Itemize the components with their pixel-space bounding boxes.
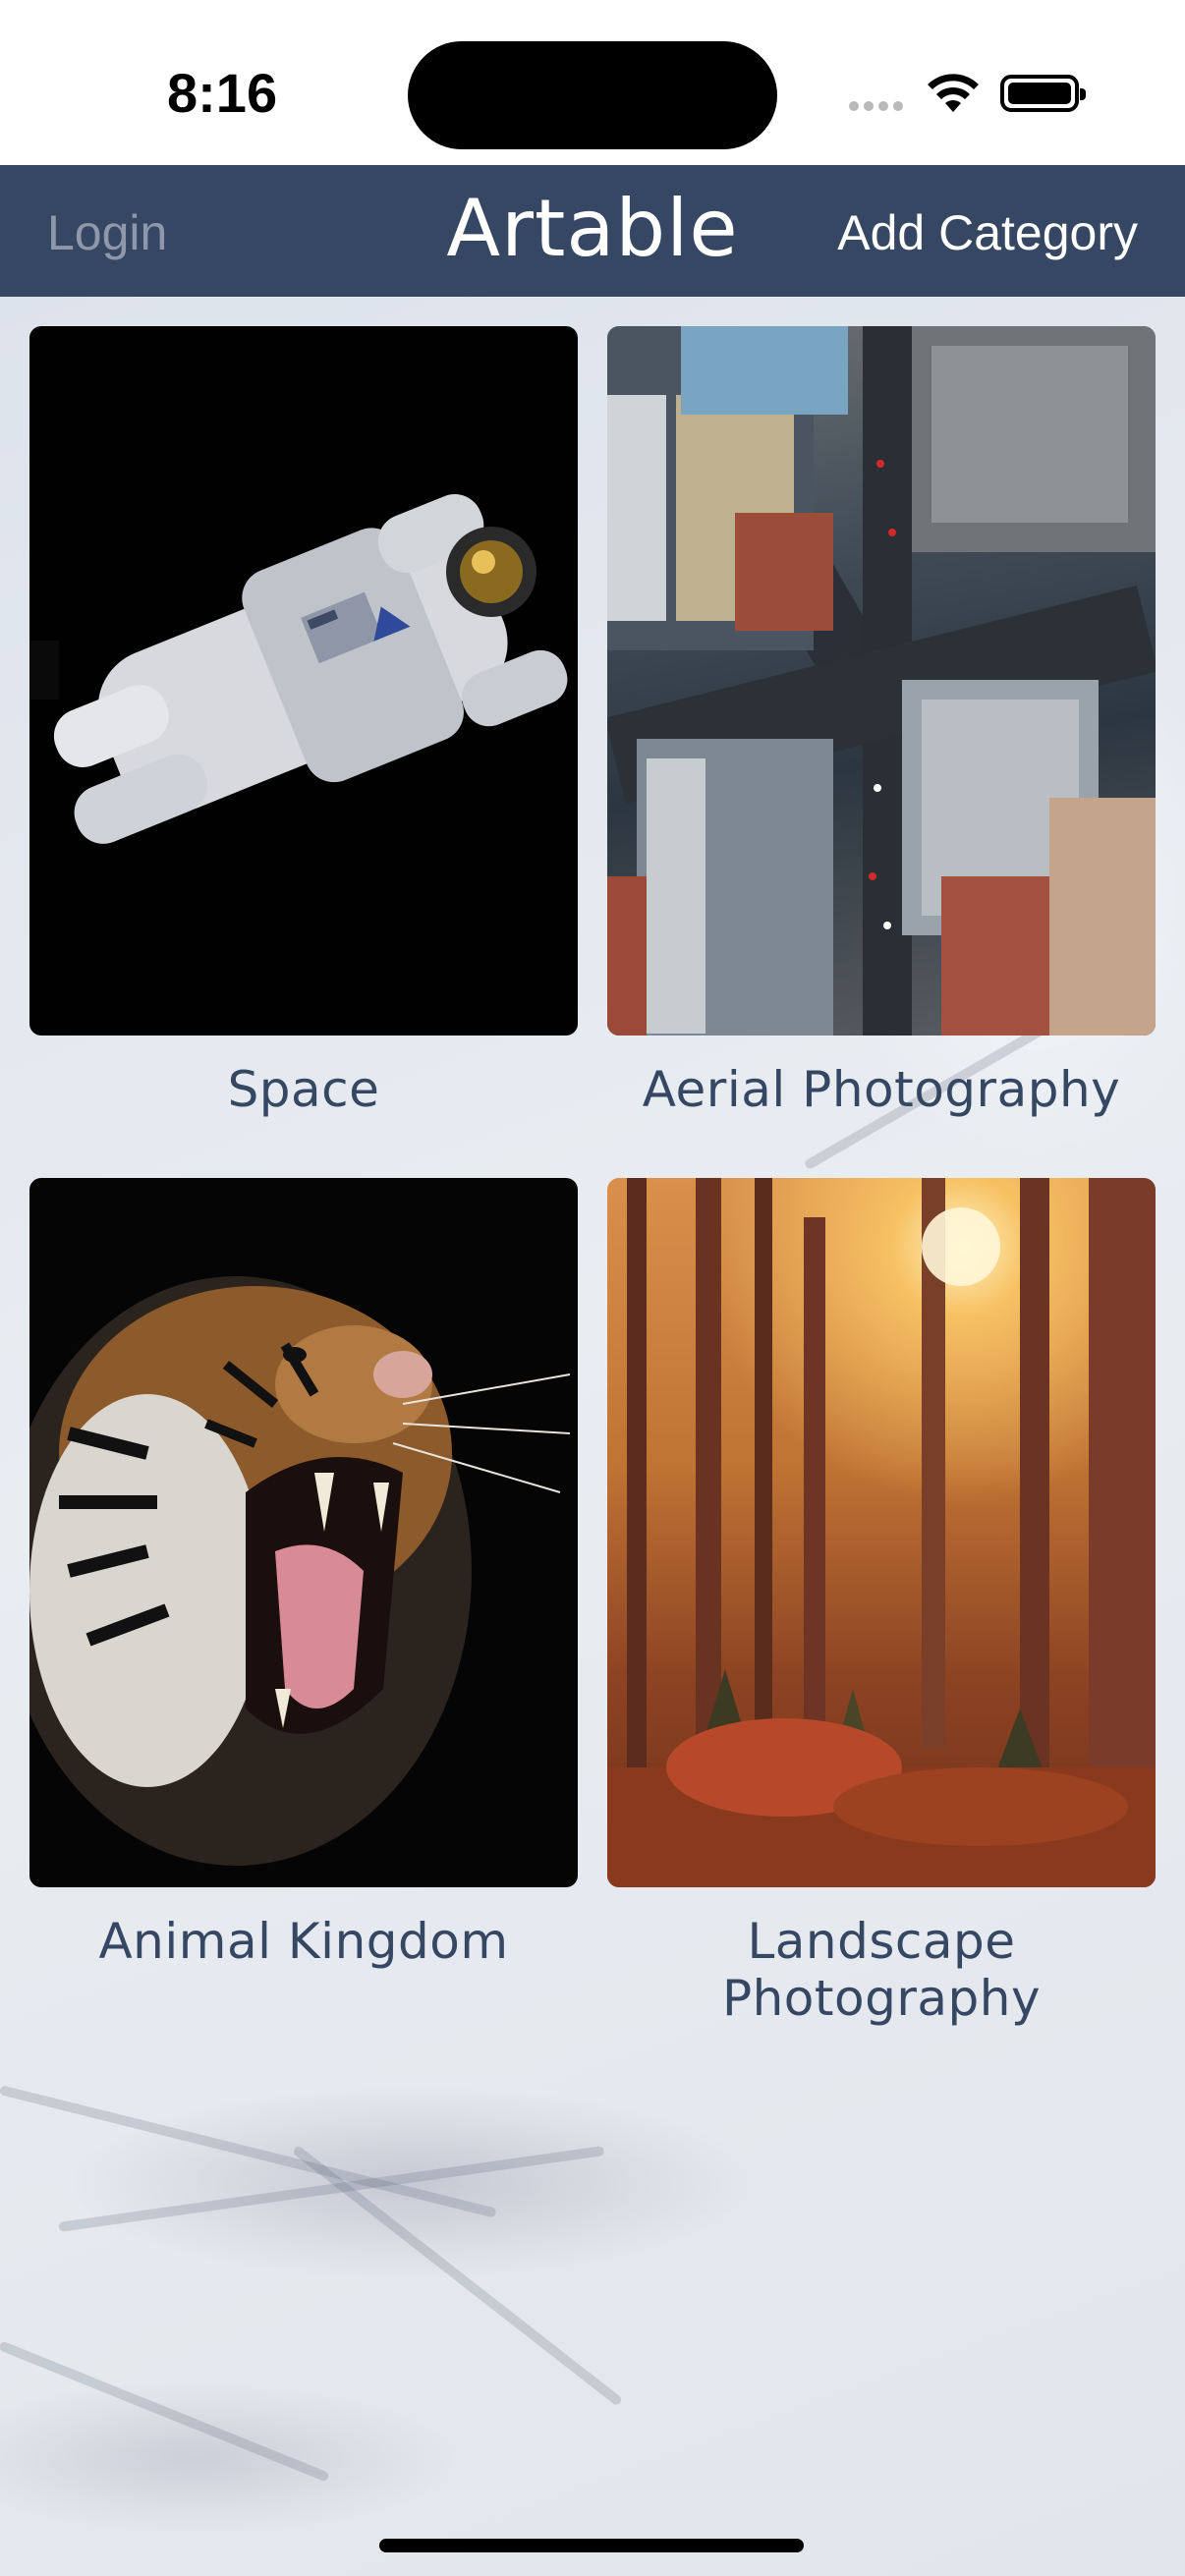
cellular-signal-icon (849, 98, 908, 116)
category-label: Space (227, 1061, 380, 1118)
category-label: Aerial Photography (642, 1061, 1121, 1118)
battery-icon (1000, 75, 1086, 112)
category-label: Animal Kingdom (98, 1913, 509, 1970)
background-brush-stroke (291, 2145, 624, 2407)
category-grid: Space Aerial Photography Animal Kingdom … (0, 297, 1185, 2576)
status-time: 8:16 (167, 62, 278, 124)
home-indicator[interactable] (379, 2539, 804, 2552)
category-image[interactable] (29, 1178, 578, 1887)
category-image[interactable] (607, 326, 1156, 1036)
aerial-city-image (607, 326, 1156, 1036)
add-category-button[interactable]: Add Category (837, 204, 1138, 261)
background-brush-stroke (0, 2340, 330, 2483)
tiger-image (29, 1276, 571, 1866)
category-card-animal-kingdom[interactable]: Animal Kingdom (29, 1178, 578, 1970)
navigation-bar: Login Artable Add Category (0, 165, 1185, 297)
status-bar: 8:16 (0, 0, 1185, 165)
forest-image (607, 1178, 1156, 1887)
astronaut-image (29, 494, 568, 844)
background-brush-stroke (58, 2146, 605, 2232)
category-image[interactable] (29, 326, 578, 1036)
wifi-icon (928, 74, 979, 112)
category-image[interactable] (607, 1178, 1156, 1887)
dynamic-island (408, 41, 777, 149)
category-label: Landscape Photography (721, 1913, 1042, 2027)
category-card-landscape-photography[interactable]: Landscape Photography (607, 1178, 1156, 2027)
category-card-space[interactable]: Space (29, 326, 578, 1118)
category-card-aerial-photography[interactable]: Aerial Photography (607, 326, 1156, 1118)
